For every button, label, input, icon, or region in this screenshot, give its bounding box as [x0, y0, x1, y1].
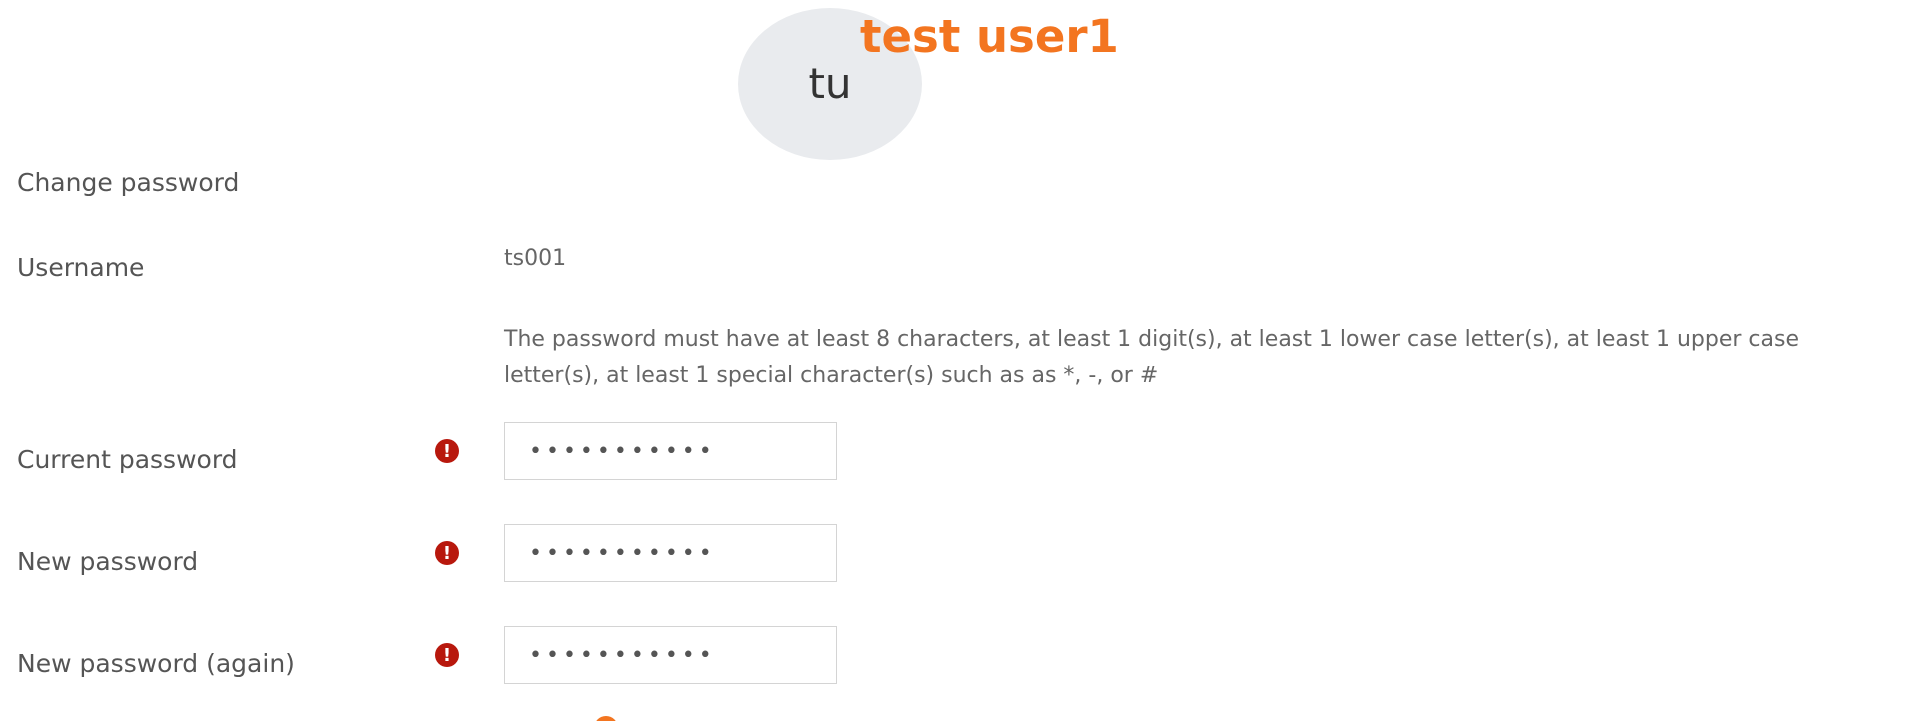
change-password-page: tu test user1 Change password Username t… — [0, 0, 1909, 721]
page-title: Change password — [17, 168, 240, 197]
confirm-password-label: New password (again) — [17, 649, 295, 678]
avatar-initials: tu — [808, 59, 852, 108]
confirm-password-input[interactable] — [504, 626, 837, 684]
password-policy-text: The password must have at least 8 charac… — [504, 327, 1799, 388]
info-icon — [594, 716, 618, 721]
new-password-label: New password — [17, 547, 199, 576]
user-fullname: test user1 — [860, 10, 1119, 63]
username-label: Username — [17, 253, 145, 282]
current-password-input[interactable] — [504, 422, 837, 480]
username-value: ts001 — [504, 246, 567, 271]
new-password-input[interactable] — [504, 524, 837, 582]
exclamation-circle-icon: ! — [435, 643, 459, 667]
current-password-label: Current password — [17, 445, 238, 474]
exclamation-circle-icon: ! — [435, 439, 459, 463]
exclamation-circle-icon: ! — [435, 541, 459, 565]
